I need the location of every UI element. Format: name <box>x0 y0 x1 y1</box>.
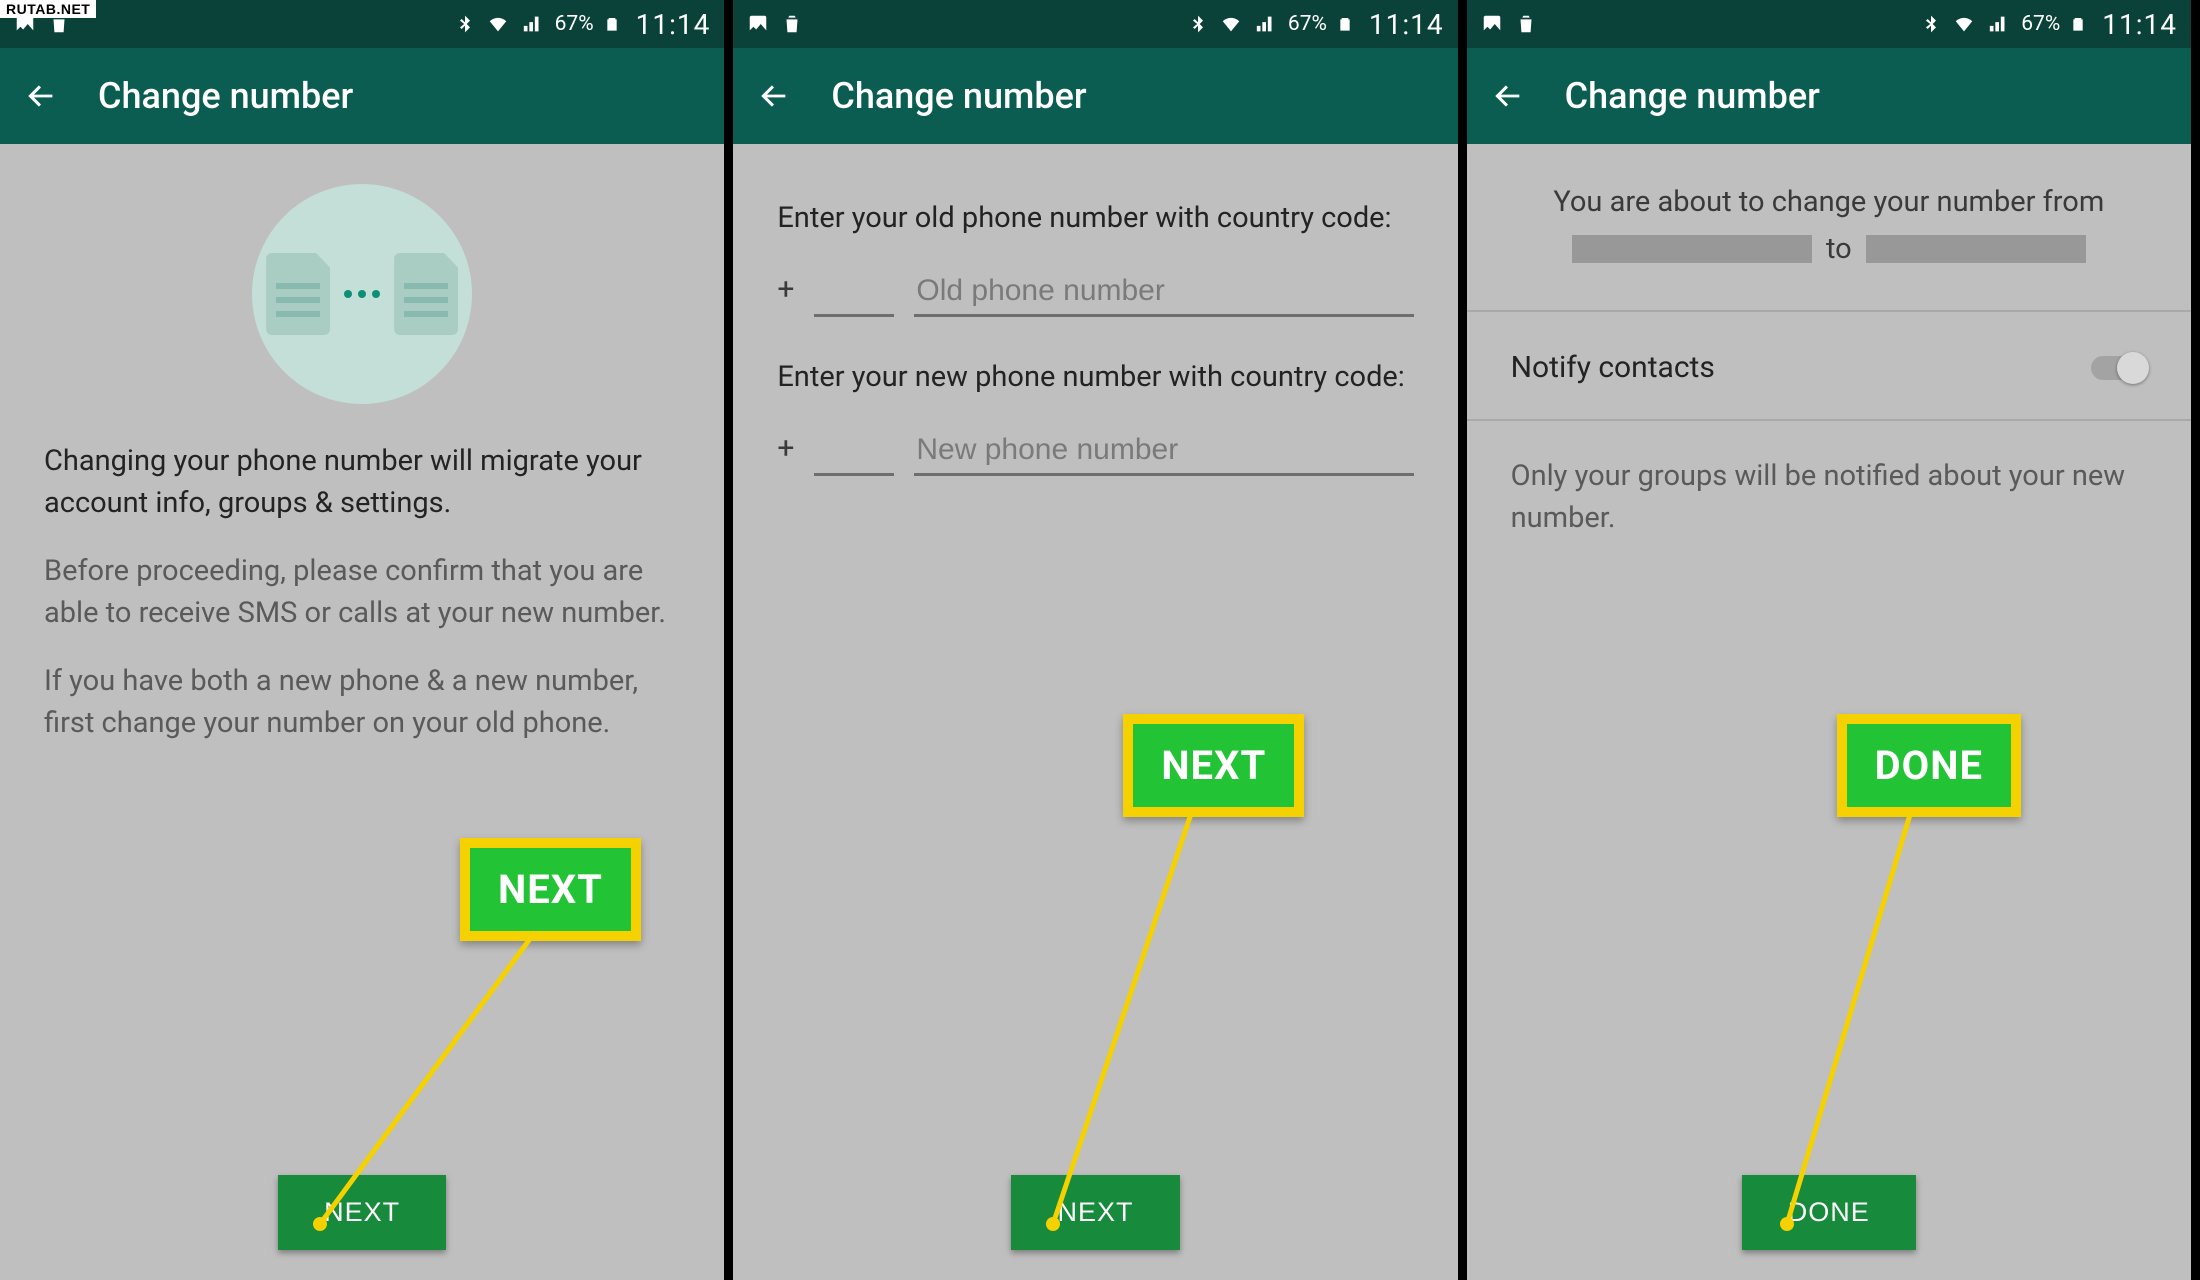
app-bar: Change number <box>733 48 1457 144</box>
sim-dots-icon <box>344 290 380 298</box>
wifi-icon <box>1218 13 1244 35</box>
callout-done-button: DONE <box>1837 714 2021 817</box>
to-word: to <box>1826 232 1852 266</box>
status-bar: 67% 11:14 <box>0 0 724 48</box>
battery-percent: 67% <box>555 12 594 36</box>
phone-screen-1: RUTAB.NET 67% 11:14 <box>0 0 733 1280</box>
content-area: You are about to change your number from… <box>1467 144 2191 1280</box>
sim-illustration <box>252 184 472 404</box>
signal-icon <box>521 13 545 35</box>
phone-screen-3: 67% 11:14 Change number You are about to… <box>1467 0 2200 1280</box>
image-icon <box>747 13 769 35</box>
sim-card-icon <box>394 253 458 335</box>
intro-text-sms: Before proceeding, please confirm that y… <box>44 550 680 634</box>
clock-text: 11:14 <box>1369 8 1444 41</box>
trash-icon <box>781 13 803 35</box>
battery-percent: 67% <box>2021 12 2060 36</box>
image-icon <box>1481 13 1503 35</box>
number-from-to-row: to <box>1511 232 2147 266</box>
intro-text-both: If you have both a new phone & a new num… <box>44 660 680 744</box>
wifi-icon <box>1951 13 1977 35</box>
back-arrow-icon[interactable] <box>757 79 791 113</box>
battery-icon <box>2070 12 2086 36</box>
next-button[interactable]: NEXT <box>278 1175 446 1250</box>
status-bar: 67% 11:14 <box>733 0 1457 48</box>
plus-prefix: + <box>777 272 794 317</box>
bluetooth-icon <box>1921 12 1941 36</box>
sim-card-icon <box>266 253 330 335</box>
status-bar: 67% 11:14 <box>1467 0 2191 48</box>
redacted-new-number <box>1866 235 2086 263</box>
phone-screen-2: 67% 11:14 Change number Enter your old p… <box>733 0 1466 1280</box>
app-bar: Change number <box>1467 48 2191 144</box>
next-button[interactable]: NEXT <box>1011 1175 1179 1250</box>
battery-icon <box>604 12 620 36</box>
clock-text: 11:14 <box>636 8 711 41</box>
old-phone-input[interactable] <box>914 268 1413 317</box>
trash-icon <box>1515 13 1537 35</box>
notify-contacts-label: Notify contacts <box>1511 350 1715 385</box>
signal-icon <box>1254 13 1278 35</box>
back-arrow-icon[interactable] <box>1491 79 1525 113</box>
bluetooth-icon <box>455 12 475 36</box>
app-bar: Change number <box>0 48 724 144</box>
new-number-label: Enter your new phone number with country… <box>777 357 1413 397</box>
page-title: Change number <box>831 75 1086 117</box>
confirm-text: You are about to change your number from <box>1511 180 2147 224</box>
page-title: Change number <box>1565 75 1820 117</box>
signal-icon <box>1987 13 2011 35</box>
notify-contacts-toggle[interactable] <box>2091 356 2147 380</box>
intro-text-main: Changing your phone number will migrate … <box>44 440 680 524</box>
back-arrow-icon[interactable] <box>24 79 58 113</box>
content-area: Changing your phone number will migrate … <box>0 144 724 1280</box>
page-title: Change number <box>98 75 353 117</box>
battery-percent: 67% <box>1288 12 1327 36</box>
notify-contacts-row[interactable]: Notify contacts <box>1511 312 2147 415</box>
old-number-label: Enter your old phone number with country… <box>777 198 1413 238</box>
watermark: RUTAB.NET <box>0 0 96 18</box>
new-country-code-input[interactable] <box>814 427 894 476</box>
new-phone-input[interactable] <box>914 427 1413 476</box>
clock-text: 11:14 <box>2102 8 2177 41</box>
content-area: Enter your old phone number with country… <box>733 144 1457 1280</box>
old-country-code-input[interactable] <box>814 268 894 317</box>
wifi-icon <box>485 13 511 35</box>
callout-next-button: NEXT <box>1123 714 1304 817</box>
redacted-old-number <box>1572 235 1812 263</box>
bluetooth-icon <box>1188 12 1208 36</box>
done-button[interactable]: DONE <box>1742 1175 1916 1250</box>
battery-icon <box>1337 12 1353 36</box>
callout-next-button: NEXT <box>460 838 641 941</box>
plus-prefix: + <box>777 431 794 476</box>
notify-note: Only your groups will be notified about … <box>1511 455 2147 539</box>
divider <box>1467 419 2191 421</box>
